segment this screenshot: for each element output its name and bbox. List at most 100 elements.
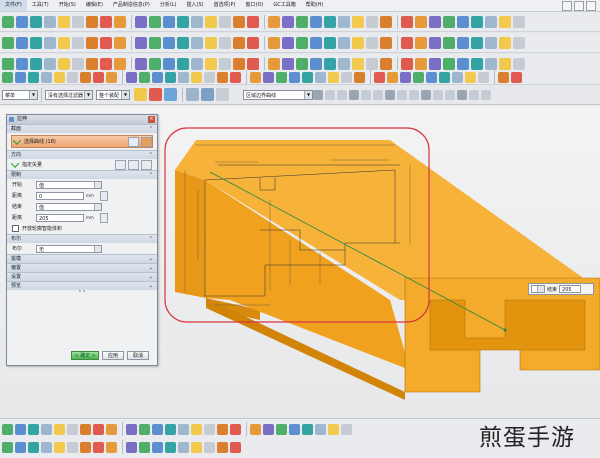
section-header-direction[interactable]: 方向 ⌃	[7, 150, 157, 159]
tool-icon[interactable]	[16, 36, 28, 49]
tool-icon[interactable]	[191, 36, 203, 49]
snap-point-icon[interactable]	[421, 89, 431, 100]
tool-icon[interactable]	[366, 15, 378, 28]
tool-icon[interactable]	[177, 36, 189, 49]
floating-end-value[interactable]: 205	[559, 285, 582, 293]
scope-filter-dropdown[interactable]: 整个装配 ▼	[96, 89, 130, 100]
tool-icon[interactable]	[328, 423, 339, 435]
tool-icon[interactable]	[219, 57, 231, 70]
view-icon[interactable]	[216, 88, 229, 101]
tool-icon[interactable]	[149, 57, 161, 70]
cancel-button[interactable]: 取消	[127, 351, 149, 360]
tool-icon[interactable]	[44, 36, 56, 49]
tool-icon[interactable]	[135, 57, 147, 70]
tool-icon[interactable]	[30, 36, 42, 49]
tool-icon[interactable]	[511, 71, 522, 83]
tool-icon[interactable]	[217, 71, 228, 83]
tool-icon[interactable]	[28, 441, 39, 453]
snap-point-icon[interactable]	[457, 89, 467, 100]
tool-icon[interactable]	[135, 15, 147, 28]
section-header-boolean[interactable]: 布尔 ⌃	[7, 234, 157, 243]
tool-icon[interactable]	[310, 36, 322, 49]
tool-icon[interactable]	[268, 57, 280, 70]
menu-item-10[interactable]: 帮助(H)	[301, 0, 329, 11]
tool-icon[interactable]	[2, 57, 14, 70]
section-header-settings[interactable]: 设置 ⌄	[7, 272, 157, 281]
select-curve-row[interactable]: 选择曲线 (18)	[11, 135, 153, 148]
open-profile-row[interactable]: 开放轮廓智能体积	[7, 223, 157, 234]
tool-icon[interactable]	[28, 71, 39, 83]
menu-item-2[interactable]: 开始(S)	[54, 0, 81, 11]
end-distance-input[interactable]: 205	[36, 213, 84, 222]
tool-icon[interactable]	[163, 57, 175, 70]
tool-icon[interactable]	[100, 57, 112, 70]
tool-icon[interactable]	[499, 57, 511, 70]
tool-icon[interactable]	[513, 57, 525, 70]
tool-icon[interactable]	[100, 36, 112, 49]
tool-icon[interactable]	[457, 57, 469, 70]
snap-point-icon[interactable]	[445, 89, 455, 100]
tool-icon[interactable]	[282, 36, 294, 49]
tool-icon[interactable]	[149, 15, 161, 28]
tool-icon[interactable]	[58, 15, 70, 28]
tool-icon[interactable]	[233, 57, 245, 70]
restore-icon[interactable]	[574, 1, 584, 11]
tool-icon[interactable]	[315, 423, 326, 435]
tool-icon[interactable]	[152, 423, 163, 435]
minimize-icon[interactable]	[562, 1, 572, 11]
tool-icon[interactable]	[374, 71, 385, 83]
tool-icon[interactable]	[513, 36, 525, 49]
section-header-preview[interactable]: 预览 ⌄	[7, 281, 157, 290]
tool-icon[interactable]	[44, 15, 56, 28]
cursor-icon[interactable]	[164, 88, 177, 101]
dialog-title-bar[interactable]: 拉伸 ×	[7, 115, 157, 124]
ok-button[interactable]: < 确定 >	[71, 351, 99, 360]
tool-icon[interactable]	[217, 423, 228, 435]
snap-point-icon[interactable]	[397, 89, 407, 100]
snap-point-icon[interactable]	[433, 89, 443, 100]
menu-item-4[interactable]: 产品制造信息(P)	[108, 0, 155, 11]
reverse-direction-icon[interactable]	[115, 159, 126, 170]
end-distance-floating-input[interactable]: 结束 205	[528, 283, 594, 295]
tool-icon[interactable]	[205, 15, 217, 28]
tool-icon[interactable]	[41, 441, 52, 453]
tool-icon[interactable]	[230, 441, 241, 453]
tool-icon[interactable]	[380, 36, 392, 49]
tool-icon[interactable]	[310, 57, 322, 70]
tool-icon[interactable]	[165, 71, 176, 83]
menu-filter-dropdown[interactable]: 菜单 ▼	[2, 89, 38, 100]
menu-item-9[interactable]: GC工具箱	[268, 0, 300, 11]
part-end-slot[interactable]	[429, 299, 586, 351]
tool-icon[interactable]	[177, 57, 189, 70]
tool-icon[interactable]	[178, 441, 189, 453]
tool-icon[interactable]	[178, 71, 189, 83]
tool-icon[interactable]	[93, 441, 104, 453]
menu-item-7[interactable]: 首选项(P)	[209, 0, 241, 11]
curve-rule-dropdown[interactable]: 区域边界曲线 ▼	[243, 89, 313, 100]
tool-icon[interactable]	[366, 57, 378, 70]
snap-point-icon[interactable]	[325, 89, 335, 100]
tool-icon[interactable]	[498, 71, 509, 83]
tool-icon[interactable]	[401, 15, 413, 28]
vector-handle[interactable]	[503, 328, 507, 332]
tool-icon[interactable]	[443, 36, 455, 49]
tool-icon[interactable]	[152, 441, 163, 453]
tool-icon[interactable]	[93, 423, 104, 435]
tool-icon[interactable]	[100, 15, 112, 28]
section-header-limits[interactable]: 限制 ⌃	[7, 170, 157, 179]
tool-icon[interactable]	[415, 36, 427, 49]
tool-icon[interactable]	[67, 441, 78, 453]
tool-icon[interactable]	[302, 71, 313, 83]
tool-icon[interactable]	[80, 423, 91, 435]
tool-icon[interactable]	[30, 57, 42, 70]
tool-icon[interactable]	[149, 36, 161, 49]
tool-icon[interactable]	[341, 71, 352, 83]
tool-icon[interactable]	[250, 423, 261, 435]
tool-icon[interactable]	[86, 57, 98, 70]
tool-icon[interactable]	[429, 57, 441, 70]
tool-icon[interactable]	[217, 441, 228, 453]
tool-icon[interactable]	[289, 71, 300, 83]
tool-icon[interactable]	[165, 441, 176, 453]
tool-icon[interactable]	[80, 441, 91, 453]
snap-point-icon[interactable]	[373, 89, 383, 100]
